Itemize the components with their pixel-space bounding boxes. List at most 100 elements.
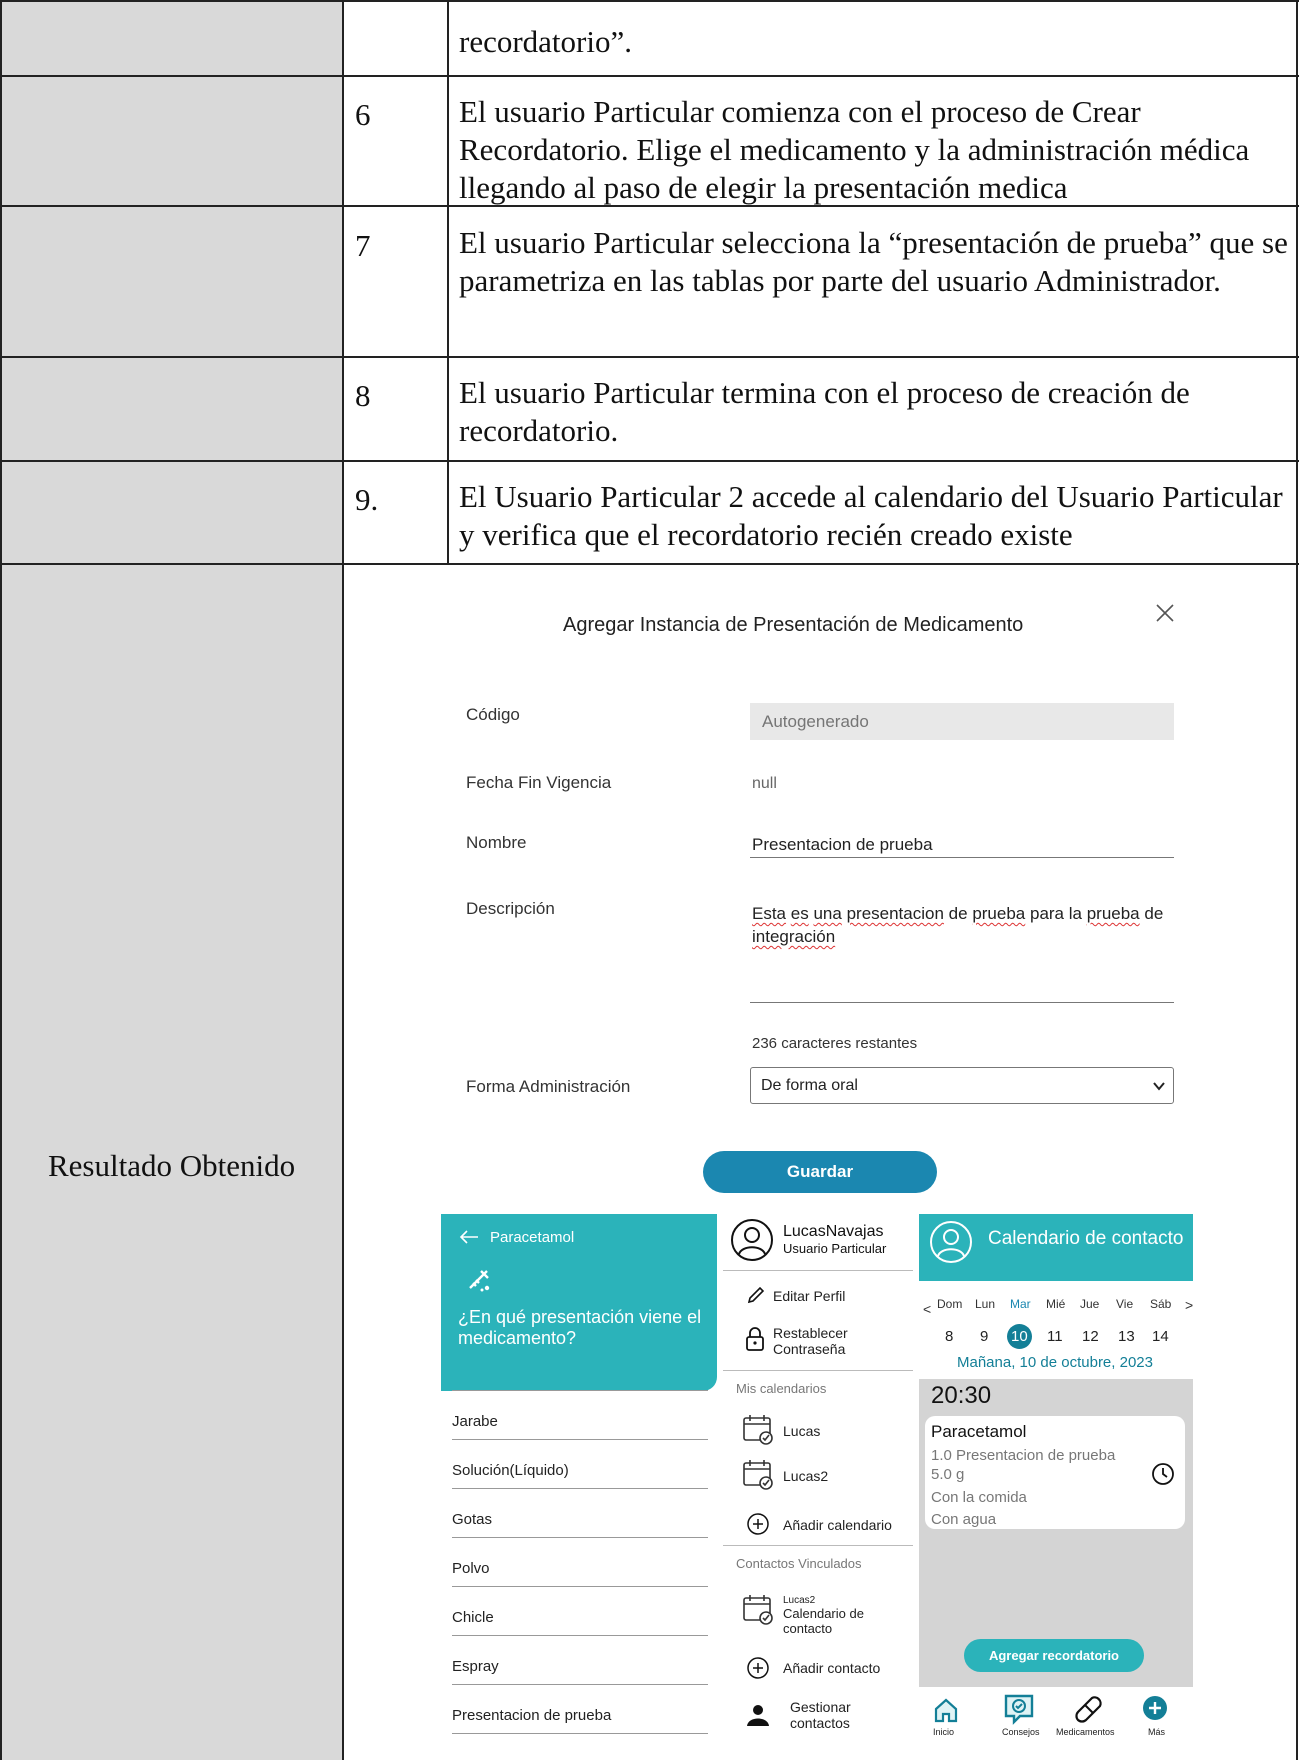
manage-contacts-line: Gestionar (790, 1699, 851, 1715)
edit-profile-link[interactable]: Editar Perfil (773, 1288, 845, 1304)
step-number: 9. (355, 482, 379, 517)
day-cell-selected[interactable]: 10 (1011, 1328, 1028, 1345)
day-cell[interactable]: 12 (1082, 1328, 1099, 1345)
row-divider (0, 75, 1299, 77)
reminder-detail: 5.0 g (931, 1466, 965, 1483)
reset-password-link[interactable]: Restablecer Contraseña (773, 1325, 848, 1357)
forma-select[interactable]: De forma oral (750, 1067, 1174, 1104)
list-item[interactable]: Solución(Líquido) (452, 1462, 569, 1479)
calendar-check-icon (743, 1415, 773, 1445)
contact-name: Lucas2 (783, 1595, 816, 1606)
list-item[interactable]: Jarabe (452, 1413, 498, 1430)
forma-label: Forma Administración (466, 1077, 631, 1096)
home-icon[interactable] (932, 1696, 960, 1724)
calendar-item-lucas[interactable]: Lucas (783, 1423, 820, 1439)
pill-icon[interactable] (1072, 1692, 1106, 1726)
list-divider (452, 1684, 708, 1685)
descripcion-underline (750, 1002, 1174, 1003)
nombre-input[interactable]: Presentacion de prueba (752, 835, 933, 855)
descripcion-word: de (948, 904, 968, 923)
close-icon[interactable] (1155, 603, 1175, 623)
col-divider (1296, 0, 1298, 1760)
list-item[interactable]: Espray (452, 1658, 499, 1675)
fecha-label: Fecha Fin Vigencia (466, 773, 612, 792)
row-divider (0, 563, 1299, 565)
forma-select-value: De forma oral (761, 1077, 858, 1094)
back-arrow-icon[interactable] (459, 1229, 479, 1245)
col-divider (0, 0, 2, 1760)
menu-divider (723, 1545, 913, 1546)
nav-label[interactable]: Medicamentos (1056, 1727, 1115, 1737)
step-text: recordatorio”. (459, 24, 632, 59)
row-divider (0, 460, 1299, 462)
chevron-down-icon (1153, 1082, 1165, 1091)
step-text: El usuario Particular comienza con el pr… (459, 94, 1250, 205)
col-divider (447, 0, 449, 564)
list-item[interactable]: Gotas (452, 1511, 492, 1528)
weekday-label: Vie (1116, 1297, 1134, 1311)
descripcion-word: para la (1029, 904, 1082, 923)
user-role: Usuario Particular (783, 1241, 887, 1256)
prev-week-button[interactable]: < (923, 1301, 931, 1317)
calendar-title: Calendario de contacto (988, 1228, 1184, 1249)
presentation-question: ¿En qué presentación viene el medicament… (458, 1307, 702, 1348)
nombre-label: Nombre (466, 833, 527, 852)
save-button[interactable]: Guardar (703, 1151, 937, 1193)
calendar-check-icon (743, 1460, 773, 1490)
step-text: El Usuario Particular 2 accede al calend… (459, 479, 1283, 552)
manage-contacts-link[interactable]: Gestionar contactos (790, 1699, 851, 1731)
list-divider (452, 1635, 708, 1636)
reset-password-line: Contraseña (773, 1341, 846, 1357)
list-divider (452, 1390, 708, 1391)
add-contact-link[interactable]: Añadir contacto (783, 1660, 880, 1676)
nav-label[interactable]: Más (1148, 1727, 1165, 1737)
reminder-detail: 1.0 Presentacion de prueba (931, 1447, 1116, 1464)
lock-icon (746, 1327, 764, 1351)
day-cell[interactable]: 9 (980, 1328, 988, 1345)
codigo-input[interactable] (750, 703, 1174, 740)
date-caption: Mañana, 10 de octubre, 2023 (957, 1354, 1153, 1371)
day-cell[interactable]: 14 (1152, 1328, 1169, 1345)
save-button-label: Guardar (786, 1162, 854, 1181)
descripcion-word: de (1144, 904, 1164, 923)
list-item[interactable]: Chicle (452, 1609, 494, 1626)
step-number: 7 (355, 228, 371, 263)
reset-password-line: Restablecer (773, 1325, 848, 1341)
tips-chat-icon[interactable] (1002, 1692, 1036, 1726)
day-cell[interactable]: 11 (1047, 1328, 1063, 1345)
day-cell[interactable]: 8 (945, 1328, 953, 1345)
codigo-label: Código (466, 705, 520, 724)
weekday-label: Lun (975, 1297, 996, 1311)
plus-circle-icon[interactable] (1141, 1694, 1169, 1722)
manage-contacts-line: contactos (790, 1715, 850, 1731)
user-avatar-icon (731, 1219, 773, 1261)
add-reminder-label: Agregar recordatorio (988, 1648, 1120, 1663)
add-calendar-link[interactable]: Añadir calendario (783, 1517, 892, 1533)
row-divider (0, 0, 1299, 2)
add-reminder-button[interactable]: Agregar recordatorio (964, 1639, 1144, 1672)
nav-label[interactable]: Consejos (1002, 1727, 1040, 1737)
user-avatar-icon (930, 1221, 972, 1263)
nav-label[interactable]: Inicio (933, 1727, 954, 1737)
contact-calendar-line: Calendario de (783, 1606, 864, 1621)
weekday-label: Mar (1010, 1297, 1031, 1311)
chars-left: 236 caracteres restantes (752, 1035, 918, 1052)
result-label: Resultado Obtenido (48, 1148, 296, 1183)
contact-item[interactable]: Lucas2 Calendario de contacto (783, 1595, 864, 1636)
medication-name: Paracetamol (490, 1229, 575, 1246)
weekday-label: Mié (1046, 1297, 1066, 1311)
list-item[interactable]: Presentacion de prueba (452, 1707, 611, 1724)
list-divider (452, 1537, 708, 1538)
descripcion-word: Esta (752, 904, 787, 923)
modal-title: Agregar Instancia de Presentación de Med… (563, 614, 1024, 636)
calendar-item-lucas2[interactable]: Lucas2 (783, 1468, 828, 1484)
list-item[interactable]: Polvo (452, 1560, 490, 1577)
nombre-underline (750, 857, 1174, 858)
day-cell[interactable]: 13 (1118, 1328, 1135, 1345)
descripcion-word: presentacion (846, 904, 944, 923)
next-week-button[interactable]: > (1185, 1297, 1193, 1313)
row-divider (0, 356, 1299, 358)
person-icon (747, 1705, 769, 1726)
descripcion-textarea[interactable]: Esta es una presentacion de prueba para … (752, 902, 1172, 948)
list-divider (452, 1439, 708, 1440)
